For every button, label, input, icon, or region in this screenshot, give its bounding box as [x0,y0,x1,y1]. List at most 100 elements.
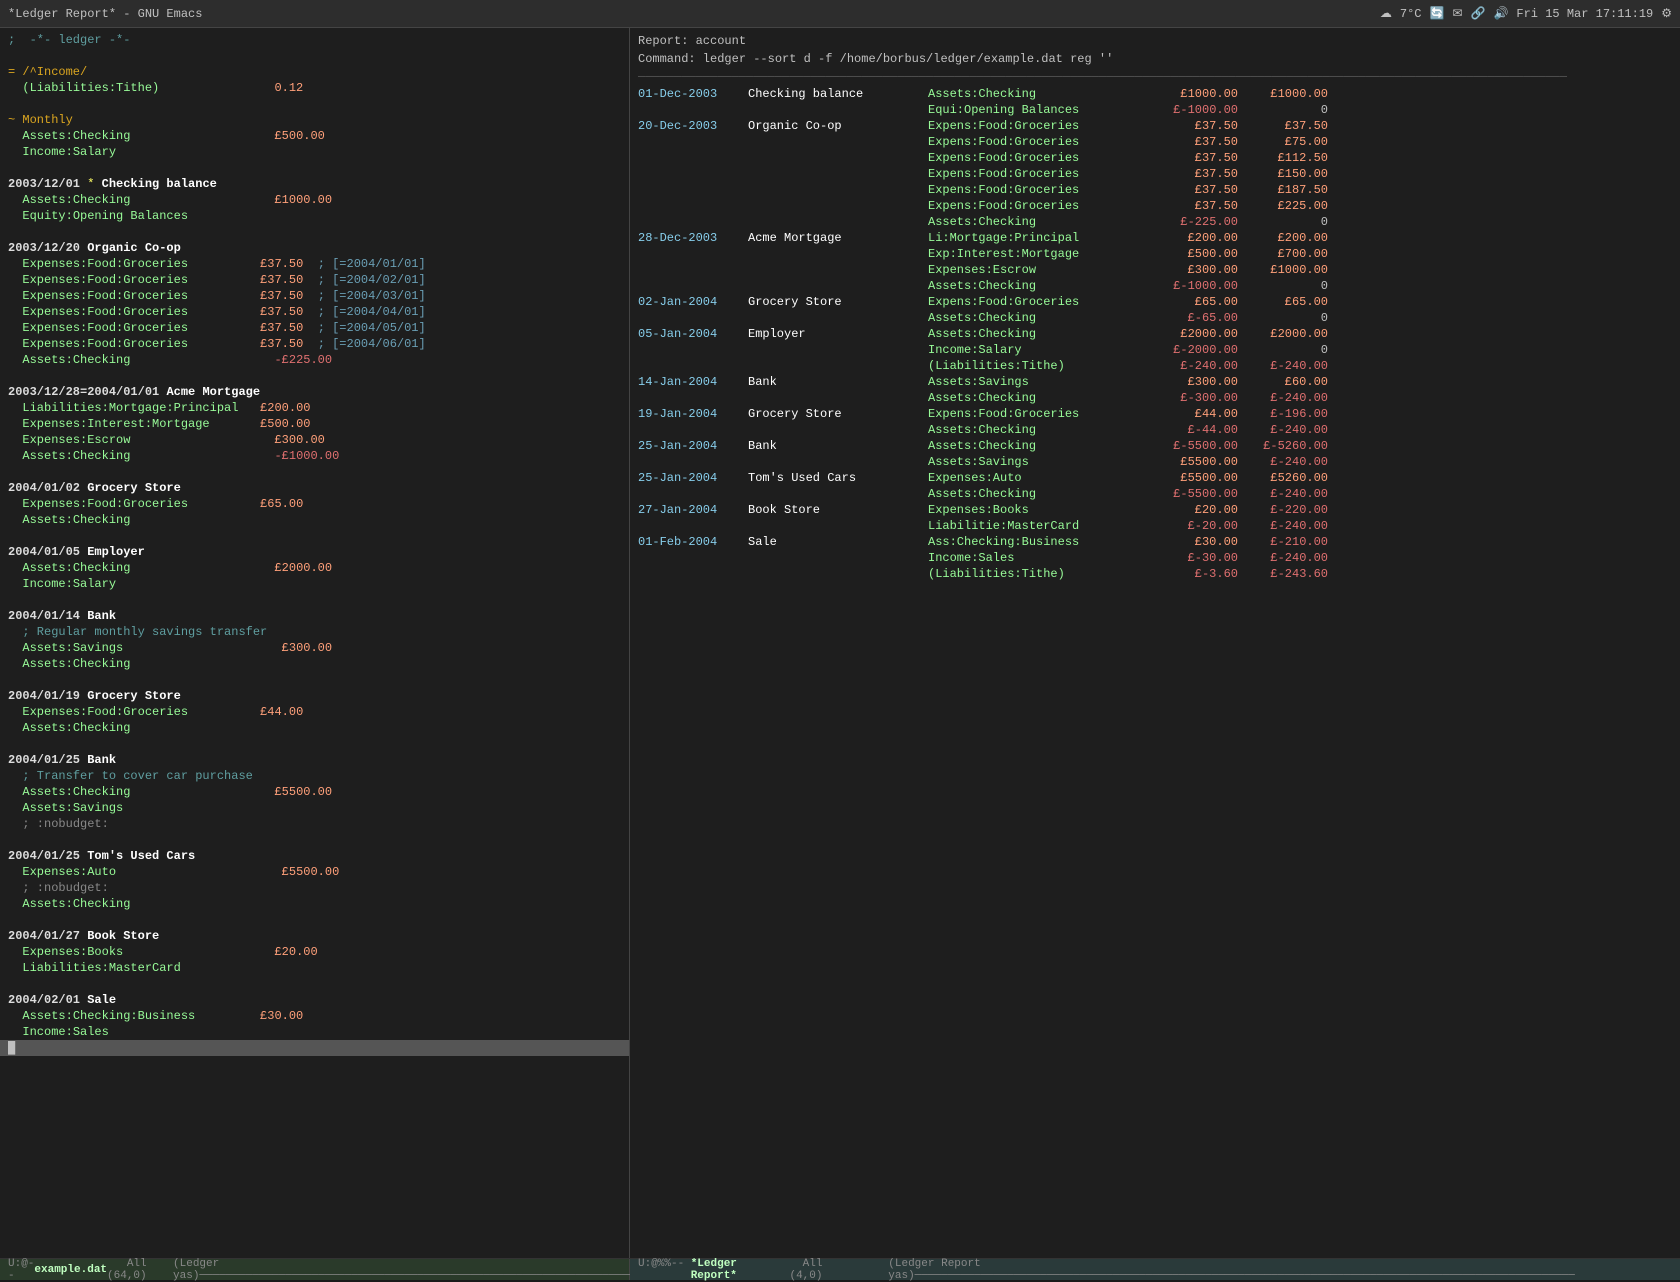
row-date [638,422,748,438]
email-icon[interactable]: ✉ [1452,6,1462,21]
tag: ; [=2004/05/01] [318,321,426,335]
editor-line: Assets:Checking [0,656,629,672]
account-name: Expenses:Food:Groceries [22,257,188,271]
row-date: 05-Jan-2004 [638,326,748,342]
report-row: Income:Salary £-2000.00 0 [630,342,1680,358]
editor-line: 2004/01/25 Bank [0,752,629,768]
report-row: Income:Sales £-30.00 £-240.00 [630,550,1680,566]
settings-icon[interactable]: ⚙ [1661,6,1672,21]
editor-content[interactable]: ; -*- ledger -*- = /^Income/ (Liabilitie… [0,28,629,1258]
txn-date: 2003/12/01 [8,177,80,191]
row-account: Assets:Checking [928,326,1148,342]
row-date [638,358,748,374]
row-date: 28-Dec-2003 [638,230,748,246]
row-payee [748,310,928,326]
row-payee [748,358,928,374]
amount: £500.00 [274,129,324,143]
row-payee: Grocery Store [748,406,928,422]
status-right-filename: *Ledger Report* [691,1258,790,1282]
report-row: Expenses:Escrow £300.00 £1000.00 [630,262,1680,278]
periodic-directive: ~ Monthly [8,113,73,127]
row-date: 27-Jan-2004 [638,502,748,518]
editor-line [0,832,629,848]
editor-line: = /^Income/ [0,64,629,80]
txn-date: 2003/12/28=2004/01/01 [8,385,159,399]
weather-icon: ☁ [1380,6,1392,21]
comment: ; Transfer to cover car purchase [22,769,252,783]
row-amount: £-240.00 [1148,358,1238,374]
row-total: £-240.00 [1238,390,1328,406]
row-account: Exp:Interest:Mortgage [928,246,1148,262]
row-date: 14-Jan-2004 [638,374,748,390]
row-account: Assets:Checking [928,86,1148,102]
row-payee: Grocery Store [748,294,928,310]
txn-date: 2004/01/19 [8,689,80,703]
editor-line [0,224,629,240]
row-total: £1000.00 [1238,86,1328,102]
row-payee: Acme Mortgage [748,230,928,246]
txn-date: 2004/01/25 [8,849,80,863]
report-row: 05-Jan-2004 Employer Assets:Checking £20… [630,326,1680,342]
row-date [638,454,748,470]
tag: ; [=2004/03/01] [318,289,426,303]
editor-line [0,96,629,112]
txn-payee: Acme Mortgage [166,385,260,399]
editor-line: ; :nobudget: [0,880,629,896]
row-date [638,182,748,198]
row-payee [748,390,928,406]
editor-line: Liabilities:Mortgage:Principal £200.00 [0,400,629,416]
row-account: Liabilitie:MasterCard [928,518,1148,534]
row-total: £60.00 [1238,374,1328,390]
row-date: 02-Jan-2004 [638,294,748,310]
refresh-icon[interactable]: 🔄 [1429,6,1444,21]
row-payee: Sale [748,534,928,550]
account-name: Expenses:Food:Groceries [22,289,188,303]
virtual-tag: ; :nobudget: [22,817,108,831]
row-date [638,486,748,502]
row-account: Assets:Savings [928,374,1148,390]
editor-line: Income:Salary [0,144,629,160]
row-amount: £-5500.00 [1148,438,1238,454]
report-separator: ────────────────────────────────────────… [630,68,1680,86]
account-name: (Liabilities:Tithe) [22,81,159,95]
row-amount: £37.50 [1148,182,1238,198]
editor-line: ; -*- ledger -*- [0,32,629,48]
editor-line: 2004/02/01 Sale [0,992,629,1008]
virtual-tag: ; :nobudget: [22,881,108,895]
report-row: 28-Dec-2003 Acme Mortgage Li:Mortgage:Pr… [630,230,1680,246]
report-row: Liabilitie:MasterCard £-20.00 £-240.00 [630,518,1680,534]
tag: ; [=2004/01/01] [318,257,426,271]
row-payee: Organic Co-op [748,118,928,134]
report-row: Assets:Checking £-300.00 £-240.00 [630,390,1680,406]
row-total: £65.00 [1238,294,1328,310]
tag: ; [=2004/06/01] [318,337,426,351]
row-date [638,262,748,278]
account-name: Assets:Checking [22,129,130,143]
row-account: Assets:Checking [928,422,1148,438]
main-area: ; -*- ledger -*- = /^Income/ (Liabilitie… [0,28,1680,1258]
txn-payee: Checking balance [102,177,217,191]
volume-icon[interactable]: 🔊 [1493,6,1508,21]
row-amount: £-225.00 [1148,214,1238,230]
row-account: Income:Salary [928,342,1148,358]
report-row: Exp:Interest:Mortgage £500.00 £700.00 [630,246,1680,262]
account-name: Assets:Checking [22,785,130,799]
row-payee [748,278,928,294]
amount: £200.00 [260,401,310,415]
status-left-info: All (64,0) [107,1258,173,1282]
report-row: 01-Feb-2004 Sale Ass:Checking:Business £… [630,534,1680,550]
row-payee [748,422,928,438]
amount: £44.00 [260,705,303,719]
report-command: Command: ledger --sort d -f /home/borbus… [638,52,1113,66]
status-right-mode: U:@%%-- [638,1258,691,1282]
titlebar-right: ☁ 7°C 🔄 ✉ 🔗 🔊 Fri 15 Mar 17:11:19 ⚙ [1380,6,1672,21]
statusbar: U:@-- example.dat All (64,0) (Ledger yas… [0,1258,1680,1280]
row-account: Expenses:Escrow [928,262,1148,278]
amount: -£225.00 [274,353,332,367]
editor-line: Equity:Opening Balances [0,208,629,224]
editor-line: Expenses:Food:Groceries £37.50 ; [=2004/… [0,288,629,304]
row-payee [748,262,928,278]
report-header-1: Report: account [630,32,1680,50]
row-date [638,102,748,118]
txn-date: 2003/12/20 [8,241,80,255]
